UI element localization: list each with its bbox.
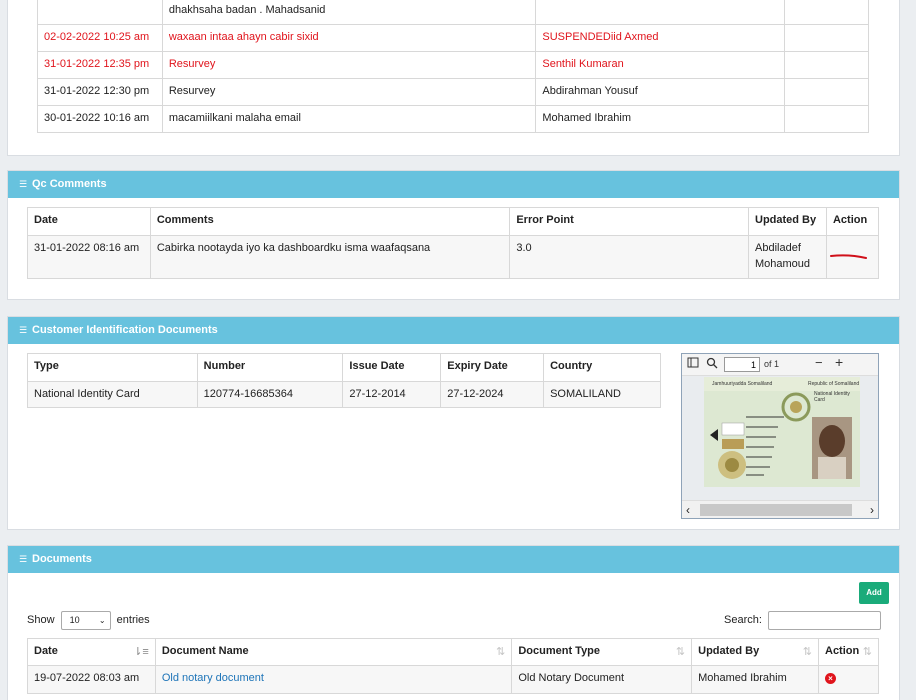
table-row: dhakhsaha badan . Mahadsanid xyxy=(37,0,869,25)
search-control: Search: xyxy=(724,610,881,630)
scroll-left-icon[interactable]: ‹ xyxy=(686,503,690,517)
sort-updated-header[interactable]: Updated By ⇅ xyxy=(691,638,819,666)
entries-label: entries xyxy=(116,614,150,626)
page-number-input[interactable] xyxy=(724,357,760,372)
pdf-viewer[interactable]: of 1 − + Jamhuuriyadda Somaliland R xyxy=(681,353,879,519)
sort-icon: ⇅ xyxy=(802,646,812,658)
chevron-down-icon: ⌄ xyxy=(98,615,106,625)
sort-icon: ⇅ xyxy=(675,646,686,658)
qc-header: ☰ Qc Comments xyxy=(8,171,899,198)
table-row: 30-01-2022 10:16 am macamiilkani malaha … xyxy=(37,105,869,133)
scroll-right-icon[interactable]: › xyxy=(870,503,874,517)
search-input[interactable] xyxy=(767,610,881,630)
cid-header: ☰ Customer Identification Documents xyxy=(8,317,899,344)
qc-table: Date Comments Error Point Updated By Act… xyxy=(27,207,880,279)
zoom-in-icon[interactable]: + xyxy=(835,354,843,370)
table-row: 31-01-2022 12:30 pm Resurvey Abdirahman … xyxy=(37,78,869,106)
table-header-row: Type Number Issue Date Expiry Date Count… xyxy=(27,353,661,382)
table-header-row: Date ⇂≡ Document Name ⇅ Document Type ⇅ Upd… xyxy=(27,638,879,666)
sort-date-header[interactable]: Date ⇂≡ xyxy=(27,638,156,666)
sort-action-header[interactable]: Action ⇅ xyxy=(818,638,879,666)
table-row: 19-07-2022 08:03 am Old notary document … xyxy=(27,665,879,694)
documents-table: Date ⇂≡ Document Name ⇅ Document Type ⇅ Upd… xyxy=(27,638,879,694)
list-icon: ☰ xyxy=(19,179,28,189)
page-count: of 1 xyxy=(764,359,780,369)
pdf-toolbar: of 1 − + xyxy=(682,354,878,376)
qc-action-cell[interactable] xyxy=(825,235,880,279)
entries-control: Show 10 ⌄ entries xyxy=(27,610,150,630)
search-label: Search: xyxy=(724,614,762,626)
horizontal-scrollbar[interactable]: ‹ › xyxy=(682,500,878,518)
sidebar-toggle-icon[interactable] xyxy=(687,357,699,372)
show-label: Show xyxy=(27,614,55,626)
updated-by-first: Abdiladef xyxy=(755,242,801,254)
documents-header: ☰ Documents xyxy=(8,546,899,573)
card-title-english: Republic of Somaliland xyxy=(808,381,860,387)
id-card-image: Jamhuuriyadda Somaliland Republic of Som… xyxy=(704,377,860,487)
delete-icon[interactable]: × xyxy=(825,673,836,684)
table-row: 02-02-2022 10:25 am waxaan intaa ahayn c… xyxy=(37,24,869,52)
sort-type-header[interactable]: Document Type ⇅ xyxy=(511,638,693,666)
cid-table: Type Number Issue Date Expiry Date Count… xyxy=(27,353,661,408)
sort-icon: ⇅ xyxy=(496,646,506,658)
table-row: 31-01-2022 08:16 am Cabirka nootayda iyo… xyxy=(27,235,880,279)
history-table: dhakhsaha badan . Mahadsanid 02-02-2022 … xyxy=(37,0,869,133)
search-icon[interactable] xyxy=(706,357,718,372)
table-row: National Identity Card 120774-16685364 2… xyxy=(27,381,661,408)
add-button[interactable]: Add xyxy=(859,582,889,604)
list-icon: ☰ xyxy=(19,554,28,564)
sort-name-header[interactable]: Document Name ⇅ xyxy=(154,638,513,666)
list-icon: ☰ xyxy=(19,325,28,335)
table-row: 31-01-2022 12:35 pm Resurvey Senthil Kum… xyxy=(37,51,869,79)
red-stroke-mark xyxy=(829,254,867,259)
card-title-somali: Jamhuuriyadda Somaliland xyxy=(712,381,773,387)
sort-icon: ⇅ xyxy=(862,646,872,658)
updated-by-last: Mohamoud xyxy=(755,258,811,270)
sort-active-icon: ⇂≡ xyxy=(133,646,149,658)
zoom-out-icon[interactable]: − xyxy=(815,355,823,370)
document-link[interactable]: Old notary document xyxy=(162,672,264,684)
table-header-row: Date Comments Error Point Updated By Act… xyxy=(27,207,880,236)
card-subtitle: National Identity Card xyxy=(814,391,850,403)
entries-select[interactable]: 10 ⌄ xyxy=(60,610,111,630)
scroll-thumb[interactable] xyxy=(700,504,852,516)
